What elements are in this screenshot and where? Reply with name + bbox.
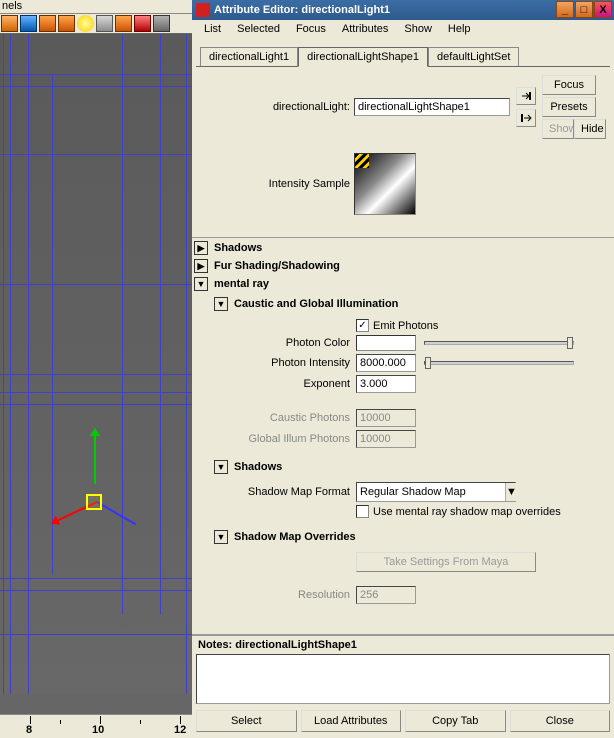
section-title: Shadow Map Overrides [234, 531, 356, 543]
shelf-red-icon[interactable] [134, 15, 151, 32]
resolution-input [356, 586, 416, 604]
section-mental-ray[interactable]: ▼ mental ray [192, 276, 612, 292]
take-from-maya-button: Take Settings From Maya [356, 552, 536, 572]
toggle-right-icon: ▶ [194, 241, 208, 255]
notes-header[interactable]: Notes: directionalLightShape1 [192, 635, 614, 654]
menu-list[interactable]: List [196, 21, 229, 37]
intensity-sample-label: Intensity Sample [200, 178, 350, 190]
load-attributes-button[interactable]: Load Attributes [301, 710, 402, 732]
photon-color-slider[interactable] [424, 341, 574, 345]
toggle-down-icon: ▼ [214, 460, 228, 474]
axis-z-icon[interactable] [97, 501, 137, 525]
shelf-cube-3-icon[interactable] [39, 15, 56, 32]
window-titlebar[interactable]: Attribute Editor: directionalLight1 _ □ … [192, 0, 614, 20]
toggle-right-icon: ▶ [194, 259, 208, 273]
minimize-button[interactable]: _ [556, 1, 574, 18]
pick-out-icon[interactable] [516, 109, 536, 127]
menu-focus[interactable]: Focus [288, 21, 334, 37]
close-button[interactable]: Close [510, 710, 611, 732]
shelf-cube-1-icon[interactable] [1, 15, 18, 32]
shelf-toolbar [0, 14, 192, 34]
caustic-photons-label: Caustic Photons [216, 412, 356, 424]
tab-shape[interactable]: directionalLightShape1 [298, 47, 428, 67]
shadow-map-format-dropdown[interactable]: ▼ [356, 482, 516, 502]
center-handle-icon[interactable] [86, 494, 102, 510]
section-title: Caustic and Global Illumination [234, 298, 398, 310]
timeline-ruler[interactable]: 8 10 12 [0, 714, 192, 738]
chevron-down-icon[interactable]: ▼ [505, 483, 517, 501]
node-name-input[interactable] [354, 98, 510, 116]
photon-intensity-slider[interactable] [424, 361, 574, 365]
gi-photons-input [356, 430, 416, 448]
section-title: Fur Shading/Shadowing [214, 260, 340, 272]
menu-selected[interactable]: Selected [229, 21, 288, 37]
focus-button[interactable]: Focus [542, 75, 596, 95]
toggle-down-icon: ▼ [214, 297, 228, 311]
section-title: mental ray [214, 278, 269, 290]
photon-color-label: Photon Color [216, 337, 356, 349]
emit-photons-label: Emit Photons [373, 320, 438, 332]
shelf-light-icon[interactable] [77, 15, 94, 32]
hide-button[interactable]: Hide [574, 119, 606, 139]
photon-intensity-input[interactable] [356, 354, 416, 372]
show-button[interactable]: Show [542, 119, 574, 139]
shelf-dark-icon[interactable] [153, 15, 170, 32]
resolution-label: Resolution [216, 589, 356, 601]
dropdown-value [357, 486, 505, 498]
app-icon [196, 3, 210, 17]
photon-intensity-label: Photon Intensity [216, 357, 356, 369]
menu-bar: List Selected Focus Attributes Show Help [192, 20, 614, 38]
section-fur[interactable]: ▶ Fur Shading/Shadowing [192, 258, 612, 274]
tick-label: 12 [174, 724, 186, 736]
section-title: Shadows [234, 461, 282, 473]
left-panel-title: nels [0, 0, 192, 14]
select-button[interactable]: Select [196, 710, 297, 732]
exponent-label: Exponent [216, 378, 356, 390]
tab-lightset[interactable]: defaultLightSet [428, 47, 519, 66]
section-caustic[interactable]: ▼ Caustic and Global Illumination [212, 296, 608, 312]
section-mr-shadows[interactable]: ▼ Shadows [212, 459, 608, 475]
node-name-label: directionalLight: [200, 101, 350, 113]
tick-label: 8 [26, 724, 32, 736]
exponent-input[interactable] [356, 375, 416, 393]
menu-help[interactable]: Help [440, 21, 479, 37]
section-overrides[interactable]: ▼ Shadow Map Overrides [212, 529, 608, 545]
window-title-text: Attribute Editor: directionalLight1 [214, 4, 390, 16]
intensity-sample-swatch[interactable] [354, 153, 416, 215]
section-shadows[interactable]: ▶ Shadows [192, 240, 612, 256]
caustic-photons-input [356, 409, 416, 427]
toggle-down-icon: ▼ [194, 277, 208, 291]
axis-y-icon[interactable] [94, 434, 96, 484]
use-overrides-checkbox[interactable] [356, 505, 369, 518]
emit-photons-checkbox[interactable]: ✓ [356, 319, 369, 332]
close-window-button[interactable]: X [594, 1, 612, 18]
copy-tab-button[interactable]: Copy Tab [405, 710, 506, 732]
menu-attributes[interactable]: Attributes [334, 21, 396, 37]
notes-textarea[interactable] [196, 654, 610, 704]
presets-button[interactable]: Presets [542, 97, 596, 117]
shadow-map-format-label: Shadow Map Format [216, 486, 356, 498]
use-overrides-label: Use mental ray shadow map overrides [373, 506, 561, 518]
shelf-cube-4-icon[interactable] [58, 15, 75, 32]
pick-in-icon[interactable] [516, 87, 536, 105]
maximize-button[interactable]: □ [575, 1, 593, 18]
move-manipulator[interactable] [78, 484, 178, 584]
tick-label: 10 [92, 724, 104, 736]
menu-show[interactable]: Show [396, 21, 440, 37]
viewport-3d[interactable] [0, 34, 192, 694]
toggle-down-icon: ▼ [214, 530, 228, 544]
tab-transform[interactable]: directionalLight1 [200, 47, 298, 66]
photon-color-swatch[interactable] [356, 335, 416, 351]
shelf-gray-icon[interactable] [96, 15, 113, 32]
section-title: Shadows [214, 242, 262, 254]
gi-photons-label: Global Illum Photons [216, 433, 356, 445]
shelf-cube-5-icon[interactable] [115, 15, 132, 32]
shelf-cube-2-icon[interactable] [20, 15, 37, 32]
